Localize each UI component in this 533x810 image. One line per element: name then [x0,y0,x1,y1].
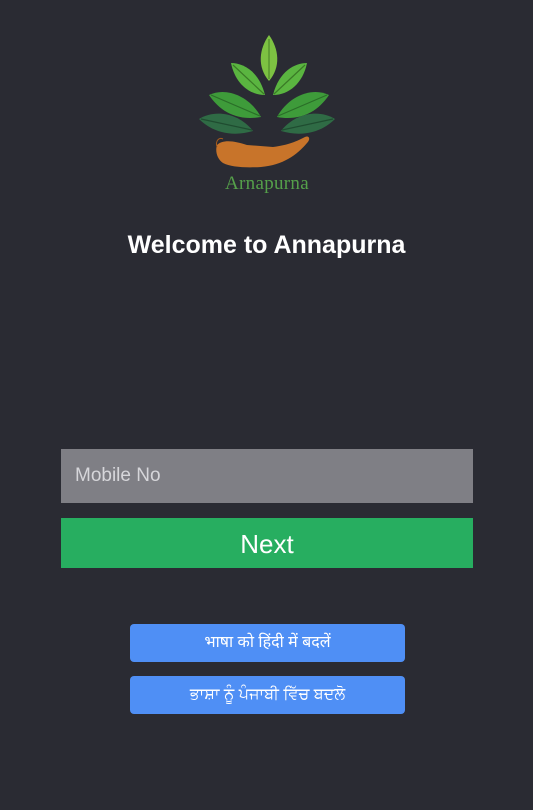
mobile-number-input[interactable] [61,449,473,503]
change-language-hindi-button[interactable]: भाषा को हिंदी में बदलें [130,624,405,662]
app-logo: Arnapurna [193,33,341,203]
next-button[interactable]: Next [61,518,473,568]
welcome-title: Welcome to Annapurna [127,231,406,259]
logo-text: Arnapurna [225,173,309,194]
change-language-punjabi-button[interactable]: ਭਾਸ਼ਾ ਨੂੰ ਪੰਜਾਬੀ ਵਿੱਚ ਬਦਲੋ [130,676,405,714]
leaves-in-hand-icon [199,35,335,168]
